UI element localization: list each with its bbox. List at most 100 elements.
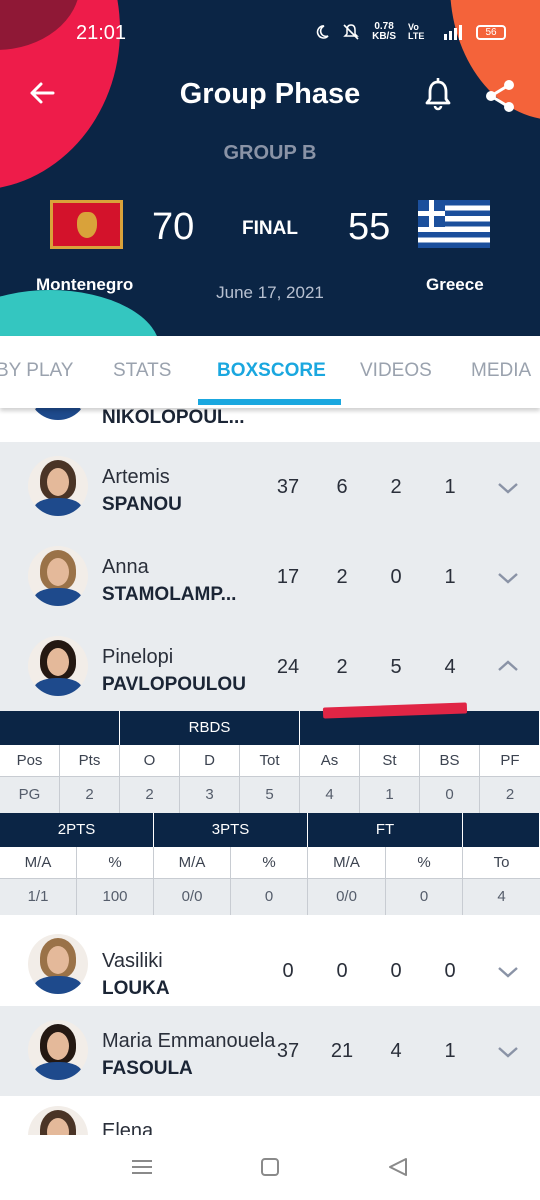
battery-level: 56: [485, 26, 497, 38]
player-row[interactable]: Artemis SPANOU 37 6 2 1: [0, 442, 540, 532]
player-row[interactable]: Maria Emmanouela FASOULA 37 21 4 1: [0, 1006, 540, 1096]
detail-value: 2: [120, 777, 180, 813]
player-last-name: PAVLOPOULOU: [102, 674, 246, 695]
col-header: PF: [500, 752, 520, 769]
player-row[interactable]: Elena: [0, 1096, 540, 1135]
chevron-down-icon[interactable]: [496, 964, 520, 980]
player-avatar: [28, 1106, 88, 1135]
stat-reb: 5: [390, 656, 402, 678]
chevron-down-icon[interactable]: [496, 1044, 520, 1060]
avatar-jersey: [34, 976, 82, 994]
stat-min: 37: [276, 1040, 300, 1062]
boxscore-list[interactable]: NIKOLOPOUL... Artemis SPANOU 37 6 2 1 An…: [0, 408, 540, 1135]
page-title: Group Phase: [179, 78, 361, 110]
chevron-down-icon[interactable]: [496, 570, 520, 586]
player-last-name: FASOULA: [102, 1058, 193, 1079]
tab-stats[interactable]: STATS: [113, 360, 171, 382]
away-score: 55: [348, 206, 391, 248]
group-header-ft: FT: [308, 813, 463, 847]
detail-value: 2: [60, 777, 120, 813]
detail-value: 2: [505, 786, 515, 803]
signal-icon: [444, 25, 462, 40]
share-button[interactable]: [480, 76, 520, 116]
detail-value: 0: [231, 879, 308, 915]
player-row[interactable]: Vasiliki LOUKA 0 0 0 0: [0, 916, 540, 1006]
player-row[interactable]: Anna STAMOLAMP... 17 2 0 1: [0, 532, 540, 622]
avatar-jersey: [34, 1062, 82, 1080]
col-header: M/A: [308, 847, 386, 878]
avatar-face: [47, 648, 69, 676]
player-last-name: SPANOU: [102, 494, 182, 515]
stat-reb: 0: [390, 960, 402, 982]
player-row[interactable]: NIKOLOPOUL...: [0, 408, 540, 442]
home-icon[interactable]: [256, 1155, 284, 1179]
notification-button[interactable]: [420, 76, 456, 116]
group-header-3pts: 3PTS: [154, 813, 308, 847]
moon-icon: [316, 25, 329, 39]
avatar-face: [47, 1032, 69, 1060]
player-first-name: Vasiliki: [102, 950, 163, 972]
detail-value: 5: [240, 777, 300, 813]
stat-min: 17: [276, 566, 300, 588]
player-avatar: [28, 636, 88, 696]
detail-group-header: 2PTS 3PTS FT: [0, 813, 540, 847]
detail-value: 0/0: [308, 879, 386, 915]
player-detail-table: RBDS Pos Pts O D Tot As St BS PF PG 2 2 …: [0, 711, 540, 915]
share-icon: [486, 80, 514, 112]
stat-ast: 1: [444, 1040, 456, 1062]
tab-bar: BY PLAY STATS BOXSCORE VIDEOS MEDIA: [0, 336, 540, 408]
player-last-name: NIKOLOPOUL...: [102, 408, 245, 428]
detail-value: 0/0: [154, 879, 231, 915]
col-header: D: [180, 745, 240, 776]
detail-value: 0: [386, 879, 463, 915]
col-header: St: [360, 745, 420, 776]
player-row-expanded[interactable]: Pinelopi PAVLOPOULOU 24 2 5 4: [0, 622, 540, 712]
detail-value: 1: [360, 777, 420, 813]
stat-reb: 4: [390, 1040, 402, 1062]
net-speed-unit: KB/S: [372, 31, 396, 42]
avatar-jersey: [34, 408, 82, 420]
stat-pts: 0: [336, 960, 348, 982]
greece-flag-icon: [418, 200, 490, 248]
detail-column-headers: Pos Pts O D Tot As St BS PF: [0, 745, 540, 777]
detail-value: 3: [180, 777, 240, 813]
avatar-jersey: [34, 678, 82, 696]
stat-reb: 2: [390, 476, 402, 498]
detail-value: 4: [300, 777, 360, 813]
player-avatar: [28, 934, 88, 994]
stat-ast: 1: [444, 476, 456, 498]
col-header: %: [386, 847, 463, 878]
avatar-jersey: [34, 588, 82, 606]
col-header: O: [120, 745, 180, 776]
tab-videos[interactable]: VIDEOS: [360, 360, 432, 382]
col-header: Pts: [60, 745, 120, 776]
detail-values: PG 2 2 3 5 4 1 0 2: [0, 777, 540, 813]
active-tab-indicator: [198, 399, 341, 405]
stat-min: 37: [276, 476, 300, 498]
away-team-name[interactable]: Greece: [426, 275, 484, 295]
group-label: GROUP B: [223, 142, 317, 164]
detail-values: 1/1 100 0/0 0 0/0 0 4: [0, 879, 540, 915]
status-time: 21:01: [76, 22, 127, 44]
stat-pts: 2: [336, 656, 348, 678]
chevron-down-icon[interactable]: [496, 480, 520, 496]
col-header: As: [300, 745, 360, 776]
player-first-name: Maria Emmanouela: [102, 1030, 276, 1052]
tab-play-by-play[interactable]: BY PLAY: [0, 360, 73, 382]
chevron-up-icon[interactable]: [496, 658, 520, 674]
detail-value: 0: [420, 777, 480, 813]
back-triangle-icon[interactable]: [384, 1155, 412, 1179]
tab-media[interactable]: MEDIA: [471, 360, 531, 382]
stat-min: 0: [282, 960, 294, 982]
volte-label: Vo LTE: [408, 22, 425, 41]
col-header: Pos: [0, 745, 60, 776]
net-speed: 0.78 KB/S: [372, 22, 396, 42]
group-header-empty: [463, 813, 540, 847]
tab-boxscore[interactable]: BOXSCORE: [217, 360, 326, 382]
menu-icon[interactable]: [128, 1155, 156, 1179]
status-icons: 0.78 KB/S Vo LTE 56: [314, 22, 506, 42]
detail-group-header: RBDS: [0, 711, 540, 745]
detail-column-headers: M/A % M/A % M/A % To: [0, 847, 540, 879]
player-first-name: Artemis: [102, 466, 170, 488]
col-header: M/A: [0, 847, 77, 878]
